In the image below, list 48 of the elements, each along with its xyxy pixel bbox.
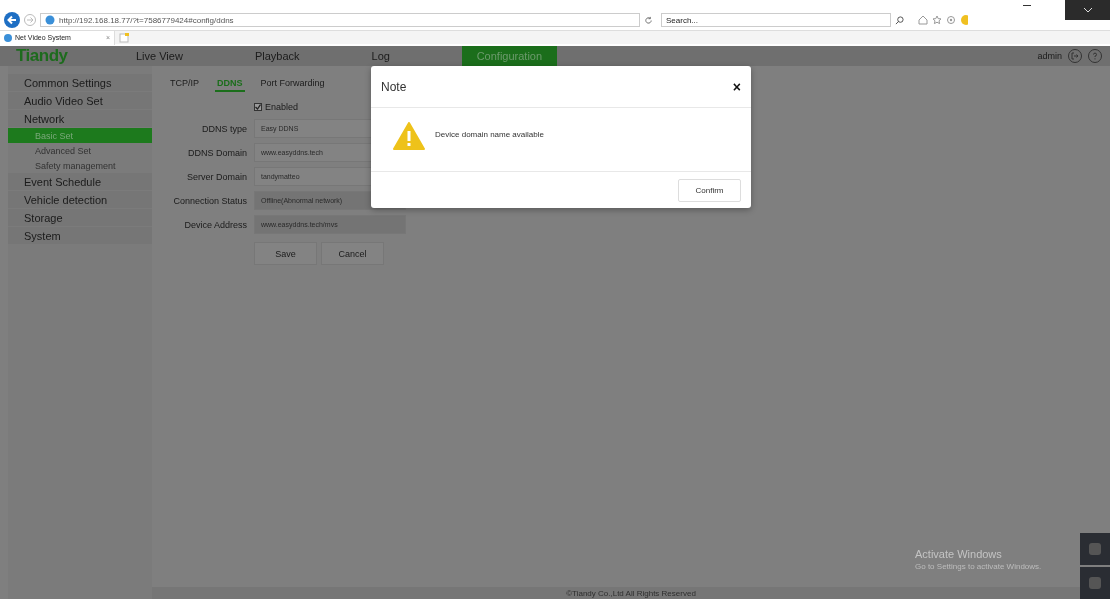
sidebar-item[interactable]: System xyxy=(8,227,152,244)
field-label: DDNS type xyxy=(201,123,247,134)
nav-tab[interactable]: Log xyxy=(371,46,390,66)
nav-tab[interactable]: Configuration xyxy=(461,46,557,66)
back-icon[interactable] xyxy=(4,12,20,28)
nav-tab[interactable]: Playback xyxy=(254,46,300,66)
checkbox-label: Enabled xyxy=(265,102,299,112)
settings-tab[interactable]: TCP/IP xyxy=(168,76,201,92)
sidebar-item[interactable]: Network xyxy=(8,110,152,127)
sidebar-item[interactable]: Storage xyxy=(8,209,152,226)
sidebar-item[interactable]: Common Settings xyxy=(8,74,152,91)
logo: Tiandy xyxy=(16,46,69,66)
form-button[interactable]: Save xyxy=(254,242,317,265)
activation-title: Activate Windows xyxy=(915,548,1003,560)
nav-tab[interactable]: Live View xyxy=(136,46,183,66)
confirm-button[interactable]: Confirm xyxy=(678,178,741,202)
side-button[interactable] xyxy=(1080,567,1110,599)
search-icon[interactable] xyxy=(895,15,904,25)
close-button[interactable]: × xyxy=(732,78,741,95)
sidebar-item[interactable]: Audio Video Set xyxy=(8,92,152,109)
field-label: Server Domain xyxy=(185,171,247,182)
sidebar-item[interactable]: Vehicle detection xyxy=(8,191,152,208)
address-field[interactable]: http://192.168.18.77/?t=7586779424#config/ddns xyxy=(40,13,640,27)
field-label: Connection Status xyxy=(172,195,247,206)
user-name: admin xyxy=(1037,51,1062,61)
sidebar-item[interactable]: Event Schedule xyxy=(8,173,152,190)
chevron-icon xyxy=(1082,7,1093,13)
star-icon[interactable] xyxy=(932,15,942,25)
form-button[interactable]: Cancel xyxy=(321,242,384,265)
enabled-checkbox[interactable]: Enabled xyxy=(254,100,406,114)
new-tab-icon[interactable] xyxy=(119,32,129,43)
forward-icon[interactable] xyxy=(24,14,36,26)
home-icon[interactable] xyxy=(918,15,928,25)
field-label: Device Address xyxy=(183,219,247,230)
field-label: DDNS Domain xyxy=(187,147,247,158)
square-icon xyxy=(1088,576,1102,590)
square-icon xyxy=(1088,542,1102,556)
checkbox-icon[interactable] xyxy=(254,103,262,111)
sidebar-subitem[interactable]: Basic Set xyxy=(8,128,152,143)
side-button[interactable] xyxy=(1080,533,1110,565)
page-icon xyxy=(45,15,55,25)
refresh-icon[interactable] xyxy=(644,15,653,25)
warning-icon xyxy=(393,122,425,150)
dialog-title: Note xyxy=(381,79,407,94)
dialog-message: Device domain name available xyxy=(435,130,544,139)
settings-tab[interactable]: Port Forwarding xyxy=(258,76,327,92)
page-icon xyxy=(4,33,12,42)
search-field[interactable]: Search... xyxy=(661,13,891,27)
